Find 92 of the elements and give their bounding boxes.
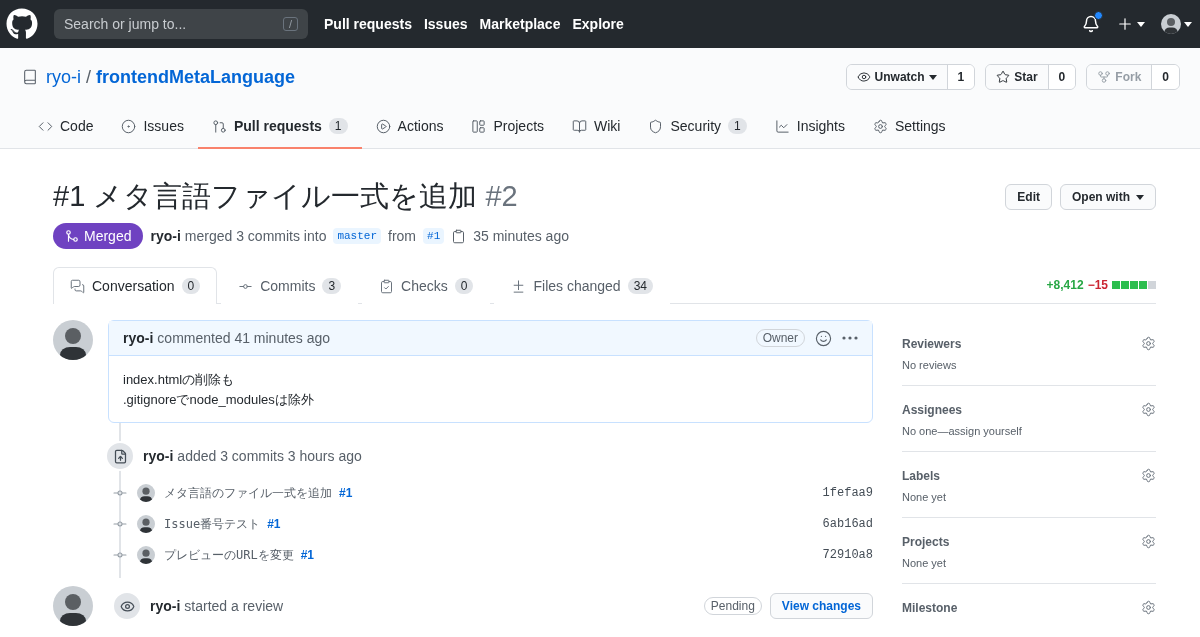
pull-request-title: #1 メタ言語ファイル一式を追加 #2: [53, 179, 519, 214]
graph-icon: [774, 118, 790, 134]
open-with-button[interactable]: Open with: [1060, 184, 1156, 210]
sidebar-heading[interactable]: Projects: [902, 534, 950, 549]
caret-icon: [1137, 21, 1145, 27]
deletions-count: −15: [1087, 278, 1108, 292]
avatar: [1161, 14, 1181, 34]
sidebar-value: No reviews: [902, 359, 958, 371]
emoji-icon: [815, 329, 832, 347]
settings-icon: [1141, 600, 1156, 615]
issue-icon: [121, 118, 137, 134]
avatar: [53, 320, 93, 360]
merge-time: 35 minutes ago: [473, 228, 569, 244]
project-board-icon: [471, 118, 487, 134]
plus-icon[interactable]: [1116, 15, 1134, 33]
commit-sha[interactable]: 6ab16ad: [822, 517, 873, 531]
pull-request-tab[interactable]: Conversation 0: [53, 267, 218, 304]
issue-link[interactable]: #1: [300, 548, 315, 562]
fork-icon: [1097, 70, 1112, 84]
avatar: [137, 484, 155, 502]
merge-summary: ryo-i merged 3 commits into: [150, 228, 327, 244]
edit-button[interactable]: Edit: [1005, 184, 1052, 210]
commit-message[interactable]: Issue番号テスト: [164, 515, 261, 533]
caret-icon: [1184, 21, 1192, 27]
watch-count[interactable]: 1: [947, 65, 975, 89]
commit-sha[interactable]: 1fefaa9: [822, 486, 873, 500]
repo-icon: [22, 69, 38, 85]
eye-icon: [856, 70, 871, 84]
avatar: [53, 586, 93, 626]
issue-link[interactable]: #1: [339, 486, 353, 500]
star-icon: [996, 70, 1011, 84]
repo-tab[interactable]: Issues: [107, 108, 198, 149]
shortcut-key: /: [282, 17, 298, 31]
branch-label[interactable]: #1: [423, 228, 445, 244]
event-text: ryo-i added 3 commits 3 hours ago: [143, 448, 362, 464]
avatar: [137, 515, 155, 533]
star-count[interactable]: 0: [1048, 65, 1076, 89]
repo-owner-link[interactable]: ryo-i: [46, 66, 81, 88]
star-button[interactable]: Star: [986, 65, 1049, 89]
commit-message[interactable]: メタ言語のファイル一式を追加: [164, 484, 332, 502]
copy-icon: [451, 228, 467, 244]
caret-icon: [928, 74, 937, 80]
play-icon: [375, 118, 391, 134]
settings-icon: [1141, 534, 1156, 549]
repo-tab[interactable]: Code: [24, 108, 108, 149]
sidebar-heading[interactable]: Assignees: [902, 402, 963, 417]
from-label: from: [388, 228, 417, 244]
view-changes-button[interactable]: View changes: [769, 593, 873, 619]
pull-request-icon: [211, 118, 227, 134]
event-text: ryo-i started a review: [150, 598, 285, 614]
issue-link[interactable]: #1: [267, 517, 281, 531]
more-icon[interactable]: [842, 336, 858, 340]
repo-tab[interactable]: Security 1: [634, 108, 761, 149]
header-link[interactable]: Issues: [423, 16, 468, 32]
repo-tab[interactable]: Wiki: [558, 108, 635, 149]
comment-text: .gitignoreでnode_modulesは除外: [123, 391, 315, 409]
commit-message[interactable]: プレビューのURLを変更: [164, 546, 294, 564]
sidebar-value: No one—assign yourself: [902, 425, 1023, 437]
settings-icon: [873, 118, 888, 134]
caret-icon: [1136, 194, 1144, 200]
repo-tab[interactable]: Settings: [859, 108, 960, 149]
settings-icon: [1141, 402, 1156, 417]
header-link[interactable]: Pull requests: [324, 16, 412, 32]
sidebar-heading[interactable]: Milestone: [902, 600, 958, 615]
branch-label[interactable]: master: [333, 228, 382, 244]
github-logo-icon[interactable]: [6, 8, 38, 40]
status-badge: Merged: [53, 223, 144, 249]
repo-tab[interactable]: Actions: [361, 108, 458, 149]
book-icon: [572, 118, 588, 134]
checklist-icon: [379, 278, 395, 294]
repo-tab[interactable]: Insights: [760, 108, 859, 149]
commit-sha[interactable]: 72910a8: [822, 548, 873, 562]
settings-icon: [1141, 336, 1156, 351]
additions-count: +8,412: [1046, 278, 1084, 292]
shield-icon: [648, 118, 664, 134]
watch-button[interactable]: Unwatch: [846, 65, 948, 89]
sidebar-value: None yet: [902, 557, 948, 569]
avatar: [137, 546, 155, 564]
header-link[interactable]: Explore: [572, 16, 624, 32]
settings-icon: [1141, 468, 1156, 483]
search-field[interactable]: Search or jump to... /: [54, 9, 308, 39]
comment-icon: [70, 278, 85, 294]
path-separator: /: [86, 66, 91, 88]
header-link[interactable]: Marketplace: [479, 16, 561, 32]
repo-name-link[interactable]: frontendMetaLanguage: [96, 66, 296, 88]
comment-text: index.htmlの削除も: [123, 371, 236, 389]
comment-header: ryo-i commented 41 minutes ago: [123, 330, 332, 346]
sidebar-heading[interactable]: Labels: [902, 468, 940, 483]
sidebar-value: None yet: [902, 491, 948, 503]
repo-tab[interactable]: Pull requests 1: [197, 108, 362, 149]
sidebar-heading[interactable]: Reviewers: [902, 336, 962, 351]
repo-tab[interactable]: Projects: [457, 108, 559, 149]
